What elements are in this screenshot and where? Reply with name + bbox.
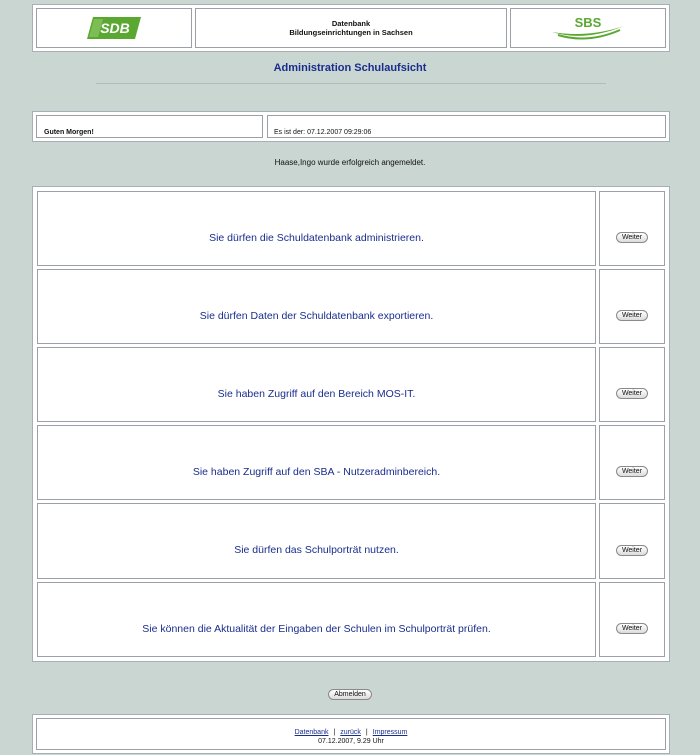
greeting-bar: Guten Morgen! Es ist der: 07.12.2007 09:…	[32, 111, 670, 142]
permission-text: Sie dürfen das Schulporträt nutzen.	[37, 503, 596, 579]
page-title: Administration Schulaufsicht	[273, 62, 427, 74]
permission-text: Sie haben Zugriff auf den SBA - Nutzerad…	[37, 425, 596, 500]
header: SDB Datenbank Bildungseinrichtungen in S…	[32, 4, 670, 52]
footer-links: Datenbank | zurück | Impressum	[295, 728, 408, 737]
header-title-line2: Bildungseinrichtungen in Sachsen	[289, 28, 413, 37]
login-message: Haase,Ingo wurde erfolgreich angemeldet.	[274, 158, 426, 167]
weiter-button-administrieren[interactable]: Weiter	[615, 232, 649, 243]
sdb-logo[interactable]: SDB	[36, 8, 192, 48]
footer-link-datenbank[interactable]: Datenbank	[295, 729, 329, 736]
title-divider	[96, 83, 606, 84]
permission-button-cell: Weiter	[599, 269, 665, 344]
permission-button-cell: Weiter	[599, 503, 665, 579]
weiter-button-mos-it[interactable]: Weiter	[615, 388, 649, 399]
footer-link-impressum[interactable]: Impressum	[373, 729, 408, 736]
footer-separator: |	[333, 729, 336, 736]
logo-right-text: SBS	[575, 15, 602, 30]
sdb-logo-icon: SDB	[87, 17, 141, 39]
logout-area: Abmelden	[0, 683, 700, 701]
permission-button-cell: Weiter	[599, 425, 665, 500]
footer-link-zurueck[interactable]: zurück	[340, 729, 361, 736]
footer-content: Datenbank | zurück | Impressum 07.12.2007, 9…	[36, 718, 666, 750]
weiter-button-aktualitaet[interactable]: Weiter	[615, 623, 649, 634]
permission-button-cell: Weiter	[599, 582, 665, 657]
permission-text: Sie dürfen die Schuldatenbank administri…	[37, 191, 596, 266]
header-title: Datenbank Bildungseinrichtungen in Sachs…	[195, 8, 507, 48]
sbs-logo-icon: SBS	[552, 15, 624, 40]
permissions-table: Sie dürfen die Schuldatenbank administri…	[32, 186, 670, 662]
permission-button-cell: Weiter	[599, 191, 665, 266]
header-title-line1: Datenbank	[331, 19, 371, 28]
permission-button-cell: Weiter	[599, 347, 665, 422]
footer-timestamp: 07.12.2007, 9.29 Uhr	[318, 738, 384, 745]
weiter-button-exportieren[interactable]: Weiter	[615, 310, 649, 321]
logo-left-text: SDB	[100, 20, 130, 36]
weiter-button-nutzeradmin[interactable]: Weiter	[615, 466, 649, 477]
weiter-button-schulportraet[interactable]: Weiter	[615, 544, 649, 556]
sbs-logo[interactable]: SBS	[510, 8, 666, 48]
current-datetime: Es ist der: 07.12.2007 09:29:06	[267, 115, 666, 138]
footer-separator: |	[365, 729, 368, 736]
footer: Datenbank | zurück | Impressum 07.12.2007, 9…	[32, 714, 670, 754]
permission-text: Sie haben Zugriff auf den Bereich MOS-IT…	[37, 347, 596, 422]
logout-button[interactable]: Abmelden	[328, 689, 372, 700]
permission-text: Sie können die Aktualität der Eingaben d…	[37, 582, 596, 657]
greeting-text: Guten Morgen!	[36, 115, 263, 138]
permission-text: Sie dürfen Daten der Schuldatenbank expo…	[37, 269, 596, 344]
